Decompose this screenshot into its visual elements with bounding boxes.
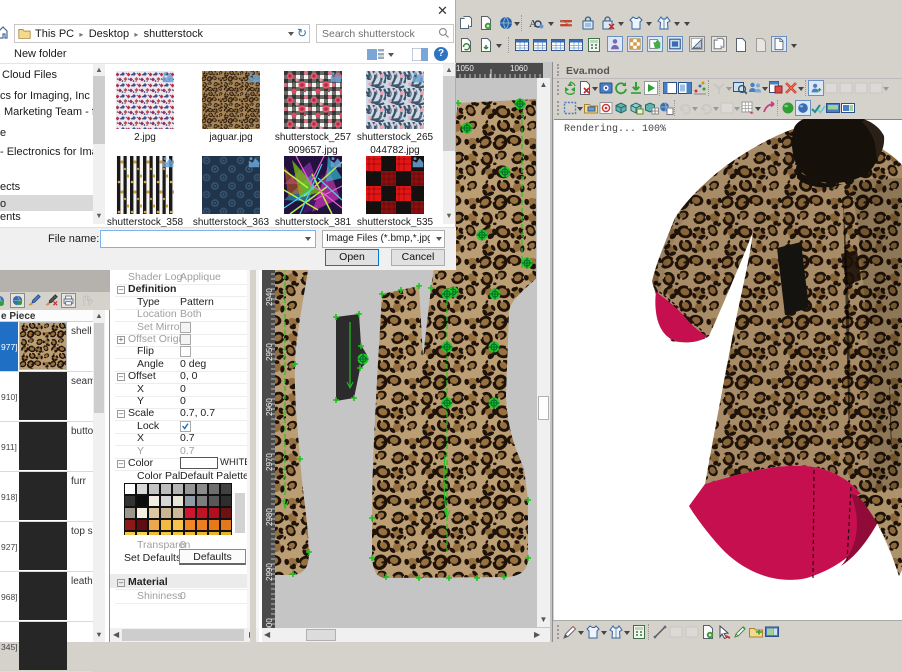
svg-text:2960: 2960 [265, 398, 274, 416]
svg-text:2940: 2940 [265, 288, 274, 306]
svg-text:A: A [529, 18, 537, 30]
svg-text:2950: 2950 [265, 343, 274, 361]
svg-text:2970: 2970 [265, 453, 274, 471]
svg-text:2980: 2980 [265, 508, 274, 526]
svg-text:2990: 2990 [265, 563, 274, 581]
svg-text:3000: 3000 [265, 618, 274, 628]
